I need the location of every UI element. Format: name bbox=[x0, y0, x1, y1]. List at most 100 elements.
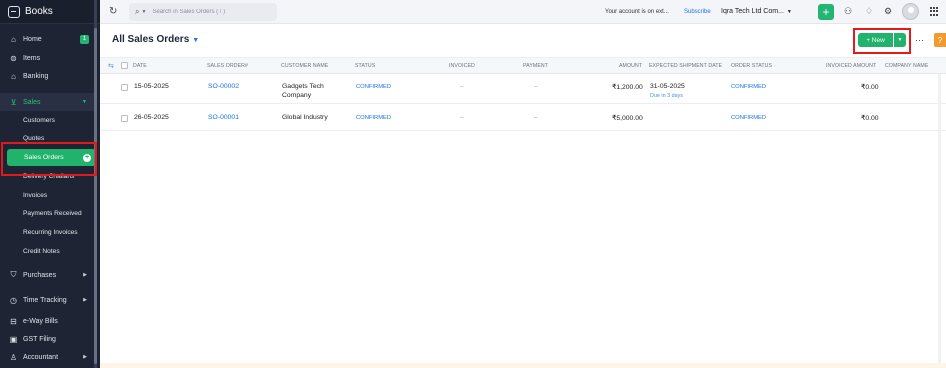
table-header: ⇆ DATE SALES ORDER# CUSTOMER NAME STATUS… bbox=[100, 57, 946, 74]
customer-name: Gadgets Tech bbox=[282, 83, 324, 90]
sidebar-item-sales[interactable]: ⊻ Sales ▼ bbox=[0, 93, 96, 111]
clock-icon: ◷ bbox=[10, 295, 17, 305]
chevron-down-icon: ▼ bbox=[192, 37, 200, 44]
sidebar-item-invoices[interactable]: Invoices bbox=[0, 186, 96, 204]
col-expected-shipment-date[interactable]: EXPECTED SHIPMENT DATE bbox=[649, 63, 722, 69]
bell-icon[interactable]: ♢ bbox=[865, 6, 873, 17]
sidebar-item-banking[interactable]: ⌂ Banking bbox=[0, 67, 96, 85]
page-title[interactable]: All Sales Orders ▼ bbox=[112, 34, 199, 45]
sidebar-item-label: Accountant bbox=[23, 353, 59, 361]
sidebar-item-items[interactable]: ⊜ Items bbox=[0, 49, 96, 67]
row-date: 15-05-2025 bbox=[134, 83, 169, 90]
customer-name: Global Industry bbox=[282, 114, 328, 121]
col-amount[interactable]: AMOUNT bbox=[619, 63, 642, 69]
col-sales-order[interactable]: SALES ORDER# bbox=[207, 63, 248, 69]
sidebar-item-home[interactable]: ⌂ Home 1 bbox=[0, 30, 96, 48]
col-order-status[interactable]: ORDER STATUS bbox=[731, 63, 772, 69]
amount: ₹1,200.00 bbox=[612, 84, 643, 91]
sidebar-item-label: Items bbox=[23, 54, 41, 62]
refresh-icon[interactable]: ↻ bbox=[109, 6, 117, 17]
sidebar-item-label: Sales bbox=[23, 98, 41, 106]
sidebar-item-gst-filing[interactable]: ▣ GST Filing bbox=[0, 330, 96, 348]
sales-order-link[interactable]: SO-00001 bbox=[208, 114, 239, 121]
org-name: Iqra Tech Ltd Com... bbox=[721, 8, 784, 15]
table-scrollbar[interactable] bbox=[938, 74, 941, 363]
sidebar-item-label: Purchases bbox=[23, 271, 57, 279]
col-company-name[interactable]: COMPANY NAME bbox=[885, 63, 928, 69]
sidebar: Books ⌂ Home 1 ⊜ Items ⌂ Banking ⊻ Sales… bbox=[0, 0, 100, 368]
column-settings-icon[interactable]: ⇆ bbox=[108, 62, 114, 70]
chevron-down-icon: ▼ bbox=[786, 9, 792, 15]
sidebar-item-credit-notes[interactable]: Credit Notes bbox=[0, 242, 96, 260]
chevron-down-icon[interactable]: ▼ bbox=[141, 9, 146, 15]
bank-icon: ⌂ bbox=[11, 71, 16, 81]
col-status[interactable]: STATUS bbox=[355, 63, 375, 69]
invoiced-amount: ₹0.00 bbox=[861, 115, 879, 122]
expected-shipment-date: 31-05-2025 bbox=[650, 83, 685, 90]
status-badge: CONFIRMED bbox=[356, 84, 392, 90]
page-title-text: All Sales Orders bbox=[112, 34, 190, 45]
items-icon: ⊜ bbox=[10, 53, 17, 63]
app-name: Books bbox=[25, 6, 53, 17]
brand[interactable]: Books bbox=[0, 0, 100, 24]
col-payment[interactable]: PAYMENT bbox=[523, 63, 548, 69]
cart-icon: ⊻ bbox=[10, 97, 17, 107]
sidebar-item-eway-bills[interactable]: ⊟ e-Way Bills bbox=[0, 312, 96, 330]
invoiced-amount: ₹0.00 bbox=[861, 84, 879, 91]
more-options-button[interactable]: ··· bbox=[915, 35, 924, 45]
select-all-checkbox[interactable] bbox=[121, 62, 128, 69]
payment-status: – bbox=[534, 114, 538, 121]
invoiced-status: – bbox=[460, 114, 464, 121]
chevron-right-icon: ▶ bbox=[83, 354, 87, 360]
table-row[interactable]: 15-05-2025 SO-00002 Gadgets Tech Company… bbox=[100, 75, 946, 104]
search-icon: ⌕ bbox=[135, 7, 140, 16]
subscribe-link[interactable]: Subscribe bbox=[684, 9, 711, 15]
col-date[interactable]: DATE bbox=[133, 63, 147, 69]
status-badge: CONFIRMED bbox=[356, 115, 392, 121]
highlight-box-new-button bbox=[853, 28, 911, 54]
avatar[interactable] bbox=[902, 3, 919, 20]
table-row[interactable]: 26-05-2025 SO-00001 Global Industry CONF… bbox=[100, 105, 946, 131]
chevron-right-icon: ▶ bbox=[83, 297, 87, 303]
books-logo-icon bbox=[8, 5, 20, 18]
col-invoiced-amount[interactable]: INVOICED AMOUNT bbox=[826, 63, 876, 69]
gear-icon[interactable]: ⚙ bbox=[884, 6, 892, 17]
search-box[interactable]: ⌕ ▼ bbox=[129, 3, 277, 21]
sidebar-scrollbar-thumb[interactable] bbox=[94, 28, 97, 364]
search-input[interactable] bbox=[152, 9, 263, 15]
help-button[interactable]: ? bbox=[934, 33, 946, 47]
row-checkbox[interactable] bbox=[121, 84, 128, 91]
customer-name-line2: Company bbox=[282, 92, 312, 99]
sidebar-group-sales[interactable]: ⊻ Sales ▼ bbox=[0, 93, 96, 111]
bottom-strip bbox=[100, 363, 946, 368]
sidebar-item-purchases[interactable]: ⛉ Purchases ▶ bbox=[0, 266, 96, 284]
col-customer-name[interactable]: CUSTOMER NAME bbox=[281, 63, 328, 69]
truck-icon: ⊟ bbox=[10, 316, 17, 326]
col-invoiced[interactable]: INVOICED bbox=[449, 63, 475, 69]
sidebar-item-label: GST Filing bbox=[23, 335, 56, 343]
document-icon: ▣ bbox=[9, 334, 18, 344]
app-grid-icon[interactable] bbox=[930, 7, 939, 16]
sidebar-item-label: Time Tracking bbox=[23, 296, 67, 304]
sidebar-item-label: Home bbox=[23, 35, 42, 43]
person-icon: ♙ bbox=[9, 352, 18, 362]
chevron-down-icon: ▼ bbox=[82, 99, 87, 105]
amount: ₹5,000.00 bbox=[612, 115, 643, 122]
bag-icon: ⛉ bbox=[10, 270, 17, 279]
sidebar-item-customers[interactable]: Customers bbox=[0, 111, 96, 129]
top-bar: ↻ ⌕ ▼ Your account is on ext... Subscrib… bbox=[100, 0, 946, 24]
sales-order-link[interactable]: SO-00002 bbox=[208, 83, 239, 90]
sidebar-item-accountant[interactable]: ♙ Accountant ▶ bbox=[0, 348, 96, 366]
sidebar-item-payments-received[interactable]: Payments Received bbox=[0, 204, 96, 222]
home-icon: ⌂ bbox=[11, 34, 16, 44]
org-switcher[interactable]: Iqra Tech Ltd Com... ▼ bbox=[721, 8, 792, 15]
users-icon[interactable]: ⚇ bbox=[844, 6, 852, 17]
row-date: 26-05-2025 bbox=[134, 114, 169, 121]
sidebar-item-time-tracking[interactable]: ◷ Time Tracking ▶ bbox=[0, 291, 96, 309]
quick-create-button[interactable]: + bbox=[818, 4, 834, 20]
sidebar-item-recurring-invoices[interactable]: Recurring Invoices bbox=[0, 223, 96, 241]
sidebar-item-label: e-Way Bills bbox=[23, 317, 58, 325]
invoiced-status: – bbox=[460, 83, 464, 90]
highlight-box-sales-orders bbox=[1, 142, 97, 176]
row-checkbox[interactable] bbox=[121, 115, 128, 122]
